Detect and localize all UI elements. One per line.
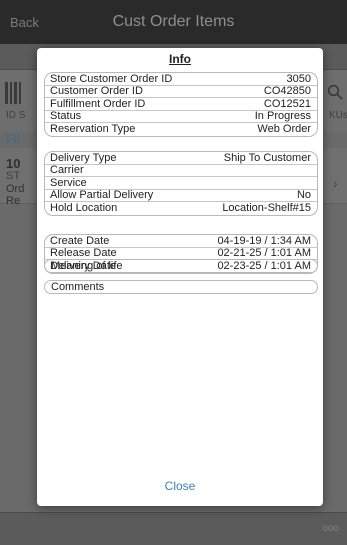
info-label: Status bbox=[50, 110, 82, 123]
list-item-line: Ord bbox=[6, 183, 25, 195]
info-label: Release Date bbox=[50, 247, 117, 260]
info-row: Delivery Type Ship To Customer bbox=[45, 152, 317, 165]
page-title: Cust Order Items bbox=[112, 13, 235, 30]
delivery-group: Delivery Type Ship To Customer Carrier S… bbox=[44, 151, 318, 216]
skus-label: KUs bbox=[329, 110, 347, 121]
info-value: 3050 bbox=[286, 72, 311, 85]
info-row: Allow Partial Delivery No bbox=[45, 189, 317, 202]
more-icon[interactable]: ooo bbox=[322, 523, 339, 534]
info-row: Carrier bbox=[45, 164, 317, 177]
list-item-number: 10 bbox=[6, 156, 21, 171]
comments-field[interactable]: Comments bbox=[44, 280, 318, 294]
info-row: Store Customer Order ID 3050 bbox=[45, 73, 317, 86]
info-row: Status In Progress bbox=[45, 110, 317, 123]
info-value: In Progress bbox=[254, 110, 311, 123]
info-row: Create Date 04-19-19 / 1:34 AM bbox=[45, 235, 317, 248]
chevron-right-icon: › bbox=[333, 175, 338, 191]
info-label: Hold Location bbox=[50, 202, 118, 215]
info-value: CO42850 bbox=[263, 85, 311, 98]
app-header: Back Cust Order Items bbox=[0, 0, 347, 44]
info-value: CO12521 bbox=[263, 97, 311, 110]
info-label: Reservation Type bbox=[50, 123, 136, 136]
info-label: Store Customer Order ID bbox=[50, 72, 173, 85]
dialog-title: Info bbox=[169, 52, 191, 66]
meaning-of-life-field[interactable]: Meaning of life bbox=[44, 259, 318, 273]
id-label: ID S bbox=[6, 110, 26, 121]
info-row: Hold Location Location-Shelf#15 bbox=[45, 202, 317, 215]
close-button[interactable]: Close bbox=[37, 479, 323, 493]
filter-link[interactable]: Fil bbox=[6, 132, 20, 146]
info-value: Web Order bbox=[257, 123, 311, 136]
footer-bar: ooo bbox=[0, 512, 347, 545]
info-row: Customer Order ID CO42850 bbox=[45, 85, 317, 98]
info-dialog: Info Store Customer Order ID 3050 Custom… bbox=[37, 48, 323, 506]
info-row: Service bbox=[45, 177, 317, 190]
search-icon[interactable] bbox=[327, 84, 343, 100]
barcode-icon[interactable] bbox=[5, 82, 23, 104]
info-row: Reservation Type Web Order bbox=[45, 123, 317, 136]
info-value: 04-19-19 / 1:34 AM bbox=[217, 234, 311, 247]
info-label: Delivery Type bbox=[50, 151, 117, 164]
info-label: Carrier bbox=[50, 164, 84, 177]
info-value: No bbox=[296, 189, 311, 202]
info-label: Customer Order ID bbox=[50, 85, 143, 98]
info-row: Fulfillment Order ID CO12521 bbox=[45, 98, 317, 111]
info-label: Allow Partial Delivery bbox=[50, 189, 154, 202]
info-value: Ship To Customer bbox=[223, 151, 311, 164]
list-item-status: ST bbox=[6, 170, 21, 182]
info-value: Location-Shelf#15 bbox=[222, 202, 311, 215]
order-id-group: Store Customer Order ID 3050 Customer Or… bbox=[44, 72, 318, 137]
list-item-line: Re bbox=[6, 195, 21, 207]
info-value: 02-21-25 / 1:01 AM bbox=[217, 247, 311, 260]
info-label: Service bbox=[50, 176, 87, 189]
info-label: Create Date bbox=[50, 234, 110, 247]
info-label: Fulfillment Order ID bbox=[50, 97, 146, 110]
